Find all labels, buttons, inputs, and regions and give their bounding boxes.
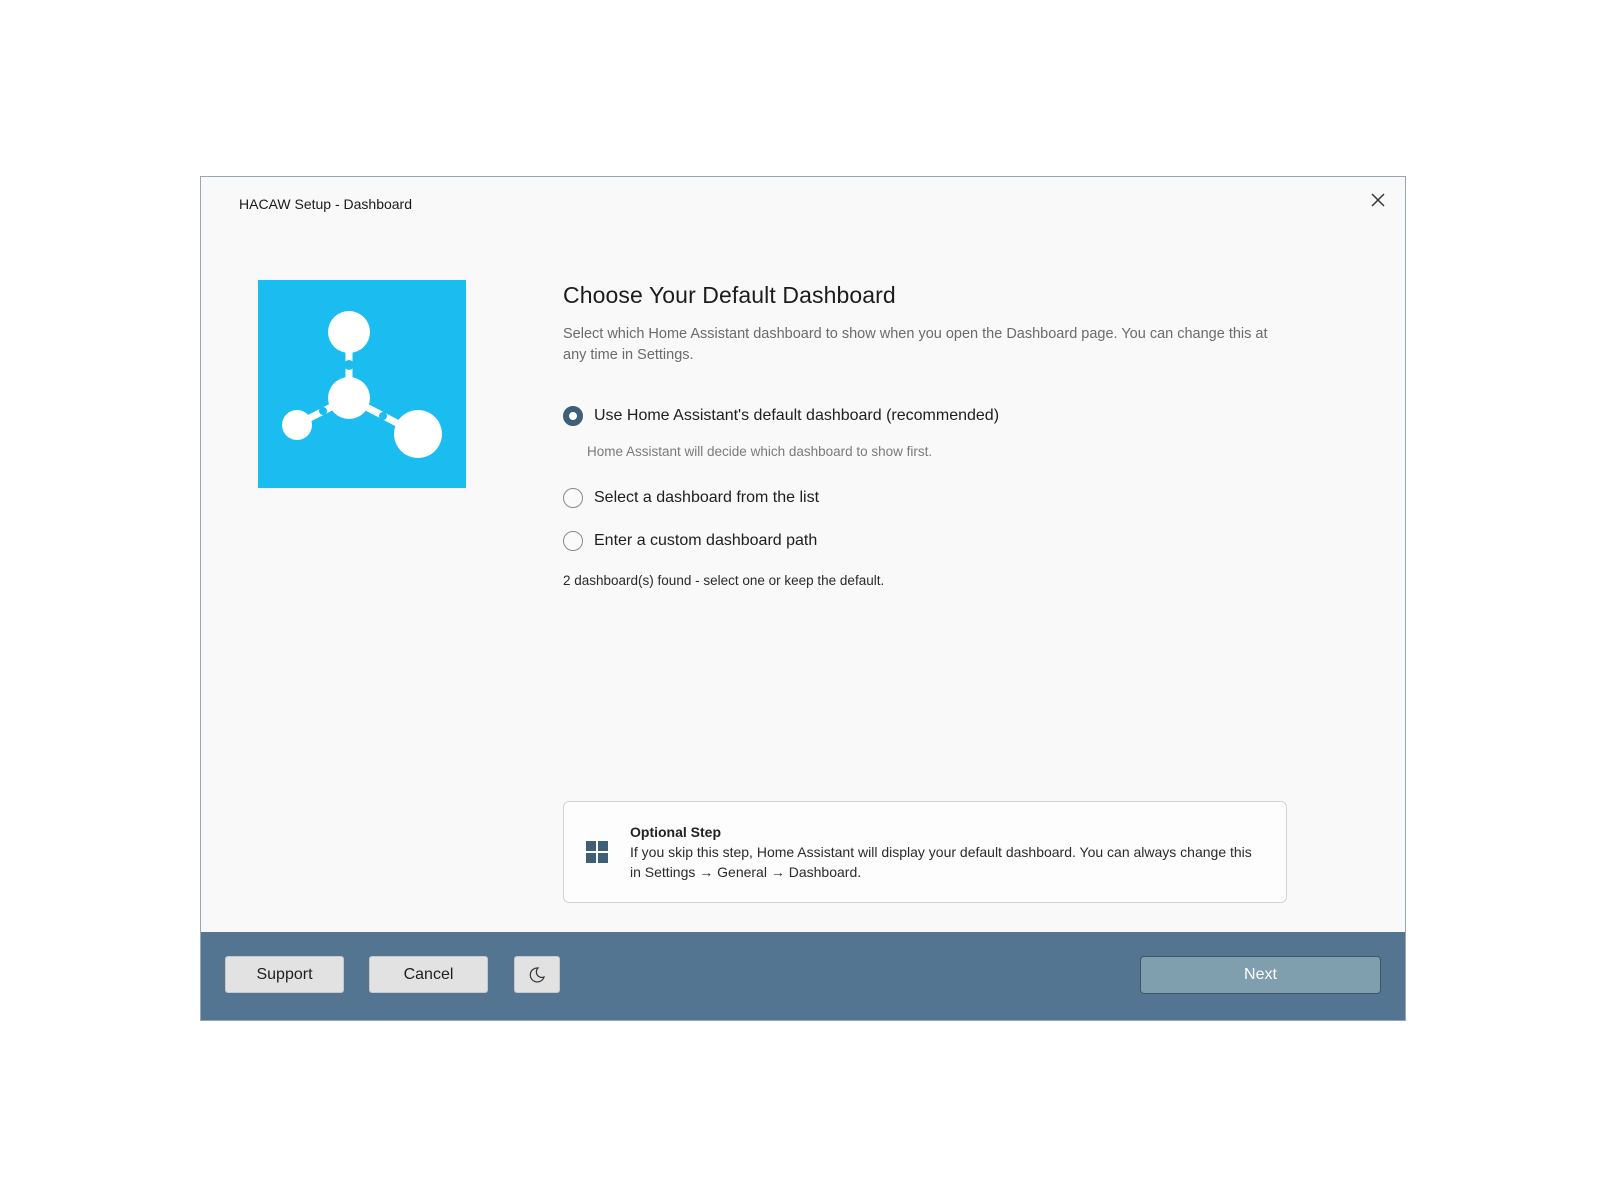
dashboards-found-status: 2 dashboard(s) found - select one or kee… xyxy=(563,573,885,588)
close-icon xyxy=(1371,193,1385,207)
next-button[interactable]: Next xyxy=(1140,956,1381,994)
app-logo xyxy=(258,280,466,488)
setup-dialog: HACAW Setup - Dashboard Choose Your Defa… xyxy=(200,176,1406,1021)
option-default-dashboard[interactable]: Use Home Assistant's default dashboard (… xyxy=(563,406,999,426)
footer-bar: Support Cancel Next xyxy=(201,932,1405,1020)
page-heading: Choose Your Default Dashboard xyxy=(563,282,896,308)
cancel-button[interactable]: Cancel xyxy=(369,956,488,993)
radio-unselected[interactable] xyxy=(563,488,583,508)
moon-icon xyxy=(529,966,545,983)
option-label: Use Home Assistant's default dashboard (… xyxy=(594,407,1000,424)
dashboard-grid-icon xyxy=(586,841,608,863)
radio-unselected[interactable] xyxy=(563,531,583,551)
option-custom-path[interactable]: Enter a custom dashboard path xyxy=(563,531,817,551)
option-label: Select a dashboard from the list xyxy=(594,489,820,506)
page-description: Select which Home Assistant dashboard to… xyxy=(563,326,1268,363)
close-button[interactable] xyxy=(1363,185,1393,215)
info-card-text: If you skip this step, Home Assistant wi… xyxy=(630,844,1252,880)
main-content: Choose Your Default Dashboard Select whi… xyxy=(563,282,1293,588)
theme-toggle-button[interactable] xyxy=(514,956,560,993)
radio-selected[interactable] xyxy=(563,406,583,426)
info-card-title: Optional Step xyxy=(630,824,721,840)
option-label: Enter a custom dashboard path xyxy=(594,532,818,549)
optional-step-card: Optional Step If you skip this step, Hom… xyxy=(563,801,1287,903)
option-select-from-list[interactable]: Select a dashboard from the list xyxy=(563,488,819,508)
option-hint: Home Assistant will decide which dashboa… xyxy=(587,444,933,459)
window-title: HACAW Setup - Dashboard xyxy=(239,196,412,212)
support-button[interactable]: Support xyxy=(225,956,344,993)
network-nodes-icon xyxy=(282,311,442,458)
